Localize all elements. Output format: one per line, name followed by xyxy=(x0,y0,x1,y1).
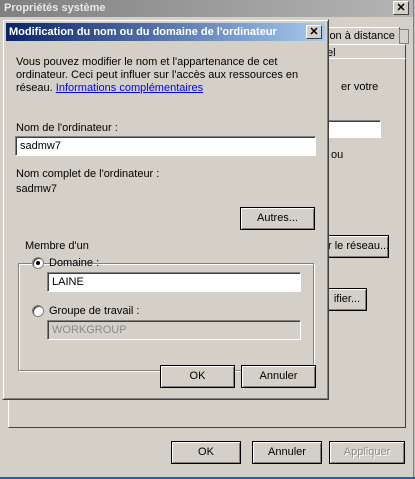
intro-line-2: ordinateur. Ceci peut influer sur l'accè… xyxy=(16,69,299,81)
computer-name-label: Nom de l'ordinateur : xyxy=(16,122,118,134)
bg-text-1: er votre xyxy=(341,81,379,93)
bg-field xyxy=(327,120,381,138)
workgroup-input: WORKGROUP xyxy=(47,320,301,340)
computer-name-input[interactable]: sadmw7 xyxy=(15,136,316,156)
cancel-button[interactable]: Annuler xyxy=(241,365,316,388)
domain-label[interactable]: Domaine : xyxy=(49,257,99,270)
system-properties-close-icon[interactable]: ✕ xyxy=(393,1,409,15)
more-button[interactable]: Autres... xyxy=(240,207,315,230)
dialog-title: Modification du nom ou du domaine de l'o… xyxy=(6,23,325,41)
info-link[interactable]: Informations complémentaires xyxy=(56,82,203,94)
intro-line-1: Vous pouvez modifier le nom et l'apparte… xyxy=(16,56,278,68)
tab-scroll-arrows[interactable] xyxy=(399,29,409,44)
intro-line-3-text: réseau. xyxy=(16,82,53,94)
intro-line-3: réseau. Informations complémentaires xyxy=(16,82,203,95)
system-properties-title: Propriétés système xyxy=(0,0,413,17)
full-name-value: sadmw7 xyxy=(16,183,57,195)
domain-radio-dot xyxy=(36,261,40,265)
bg-text-2: ou xyxy=(331,149,344,161)
computer-name-dialog: Modification du nom ou du domaine de l'o… xyxy=(2,19,329,400)
dialog-close-icon[interactable]: ✕ xyxy=(306,25,322,39)
domain-radio[interactable] xyxy=(32,257,44,269)
full-name-label: Nom complet de l'ordinateur : xyxy=(16,168,160,180)
bg-cancel-button[interactable]: Annuler xyxy=(252,441,322,464)
bg-ok-button[interactable]: OK xyxy=(171,441,241,464)
domain-input[interactable]: LAINE xyxy=(47,272,301,292)
workgroup-radio[interactable] xyxy=(32,305,44,317)
ok-button[interactable]: OK xyxy=(160,365,235,388)
modify-button[interactable]: ifier... xyxy=(327,288,367,311)
workgroup-label[interactable]: Groupe de travail : xyxy=(49,305,140,318)
network-id-button[interactable]: r le réseau... xyxy=(327,235,389,258)
bg-apply-button[interactable]: Appliquer xyxy=(329,441,405,464)
member-of-legend: Membre d'un xyxy=(23,240,91,253)
